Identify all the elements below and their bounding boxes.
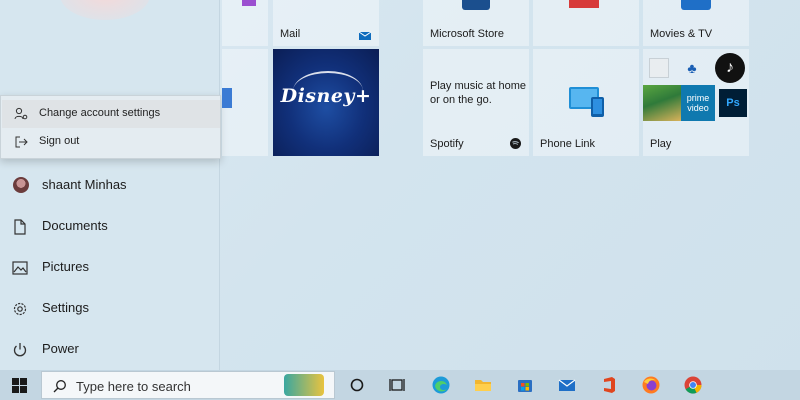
user-account-button[interactable]: shaant Minhas xyxy=(0,167,220,203)
photoshop-icon: Ps xyxy=(719,89,747,117)
tile-disney-plus[interactable]: Disney+ xyxy=(273,49,379,156)
app-icon-partial xyxy=(569,0,599,8)
start-left-pane: shaant Minhas Documents Pictures Setting… xyxy=(0,0,220,370)
tile-spotify[interactable]: Play music at home or on the go. Spotify xyxy=(423,49,529,156)
documents-button[interactable]: Documents xyxy=(0,208,220,244)
documents-label: Documents xyxy=(42,218,108,233)
search-highlight-icon[interactable] xyxy=(284,374,324,396)
pictures-label: Pictures xyxy=(42,259,89,274)
sign-out-item[interactable]: Sign out xyxy=(2,128,220,156)
person-gear-icon xyxy=(14,107,28,120)
phone-link-icon xyxy=(569,87,604,117)
gear-icon xyxy=(13,302,27,316)
mail-icon[interactable] xyxy=(557,375,577,395)
office-icon[interactable] xyxy=(599,375,619,395)
tile-microsoft-store-label: Microsoft Store xyxy=(430,28,504,40)
tile-phone-link-label: Phone Link xyxy=(540,138,596,150)
windows-start-icon[interactable] xyxy=(12,378,27,393)
picture-icon xyxy=(12,261,28,275)
sign-out-label: Sign out xyxy=(39,135,80,147)
sign-out-icon xyxy=(15,136,28,148)
settings-button[interactable]: Settings xyxy=(0,290,220,326)
mail-icon xyxy=(358,31,372,40)
firefox-icon[interactable] xyxy=(641,375,661,395)
document-icon xyxy=(14,219,26,235)
cortana-icon[interactable] xyxy=(347,375,367,395)
search-icon xyxy=(53,380,66,393)
power-icon xyxy=(13,343,27,357)
tile-partial-top-left[interactable] xyxy=(222,0,268,46)
power-label: Power xyxy=(42,341,79,356)
tile-mail[interactable]: Mail xyxy=(273,0,379,46)
tile-movies-tv-label: Movies & TV xyxy=(650,28,713,40)
user-name: shaant Minhas xyxy=(42,177,127,192)
tiktok-icon: ♪ xyxy=(715,53,745,83)
tile-mail-label: Mail xyxy=(280,28,301,40)
chrome-icon[interactable] xyxy=(683,375,703,395)
account-flyout-menu: Change account settings Sign out xyxy=(0,95,221,159)
store-icon xyxy=(462,0,490,10)
taskbar: Type here to search xyxy=(0,370,800,400)
app-icon-partial xyxy=(222,88,232,108)
edge-icon[interactable] xyxy=(431,375,451,395)
app-icon-partial xyxy=(242,0,256,6)
task-view-icon[interactable] xyxy=(387,375,407,395)
change-account-settings-label: Change account settings xyxy=(39,107,161,119)
settings-label: Settings xyxy=(42,300,89,315)
search-placeholder: Type here to search xyxy=(76,379,191,394)
tile-play-folder[interactable]: ♣ ♪ prime video Ps Play xyxy=(643,49,749,156)
power-button[interactable]: Power xyxy=(0,331,220,367)
tile-partial-left[interactable] xyxy=(222,49,268,156)
account-picture-blur xyxy=(60,0,150,20)
solitaire-icon xyxy=(649,58,669,78)
game-thumbnail-icon xyxy=(643,85,681,121)
tile-partial-red-app[interactable] xyxy=(533,0,639,46)
tile-spotify-label: Spotify xyxy=(430,138,464,150)
cards-icon: ♣ xyxy=(687,60,697,76)
spotify-description: Play music at home or on the go. xyxy=(430,80,526,106)
change-account-settings-item[interactable]: Change account settings xyxy=(2,100,220,128)
taskbar-search-box[interactable]: Type here to search xyxy=(41,371,335,399)
prime-video-icon: prime video xyxy=(681,85,715,121)
file-explorer-icon[interactable] xyxy=(473,375,493,395)
movies-tv-icon xyxy=(681,0,711,10)
pictures-button[interactable]: Pictures xyxy=(0,249,220,285)
disney-plus-logo: Disney+ xyxy=(280,85,372,107)
tile-play-folder-label: Play xyxy=(650,138,672,150)
store-icon[interactable] xyxy=(515,375,535,395)
user-avatar xyxy=(13,177,29,193)
tile-phone-link[interactable]: Phone Link xyxy=(533,49,639,156)
tile-microsoft-store[interactable]: Microsoft Store xyxy=(423,0,529,46)
spotify-icon xyxy=(510,138,521,149)
tile-movies-tv[interactable]: Movies & TV xyxy=(643,0,749,46)
